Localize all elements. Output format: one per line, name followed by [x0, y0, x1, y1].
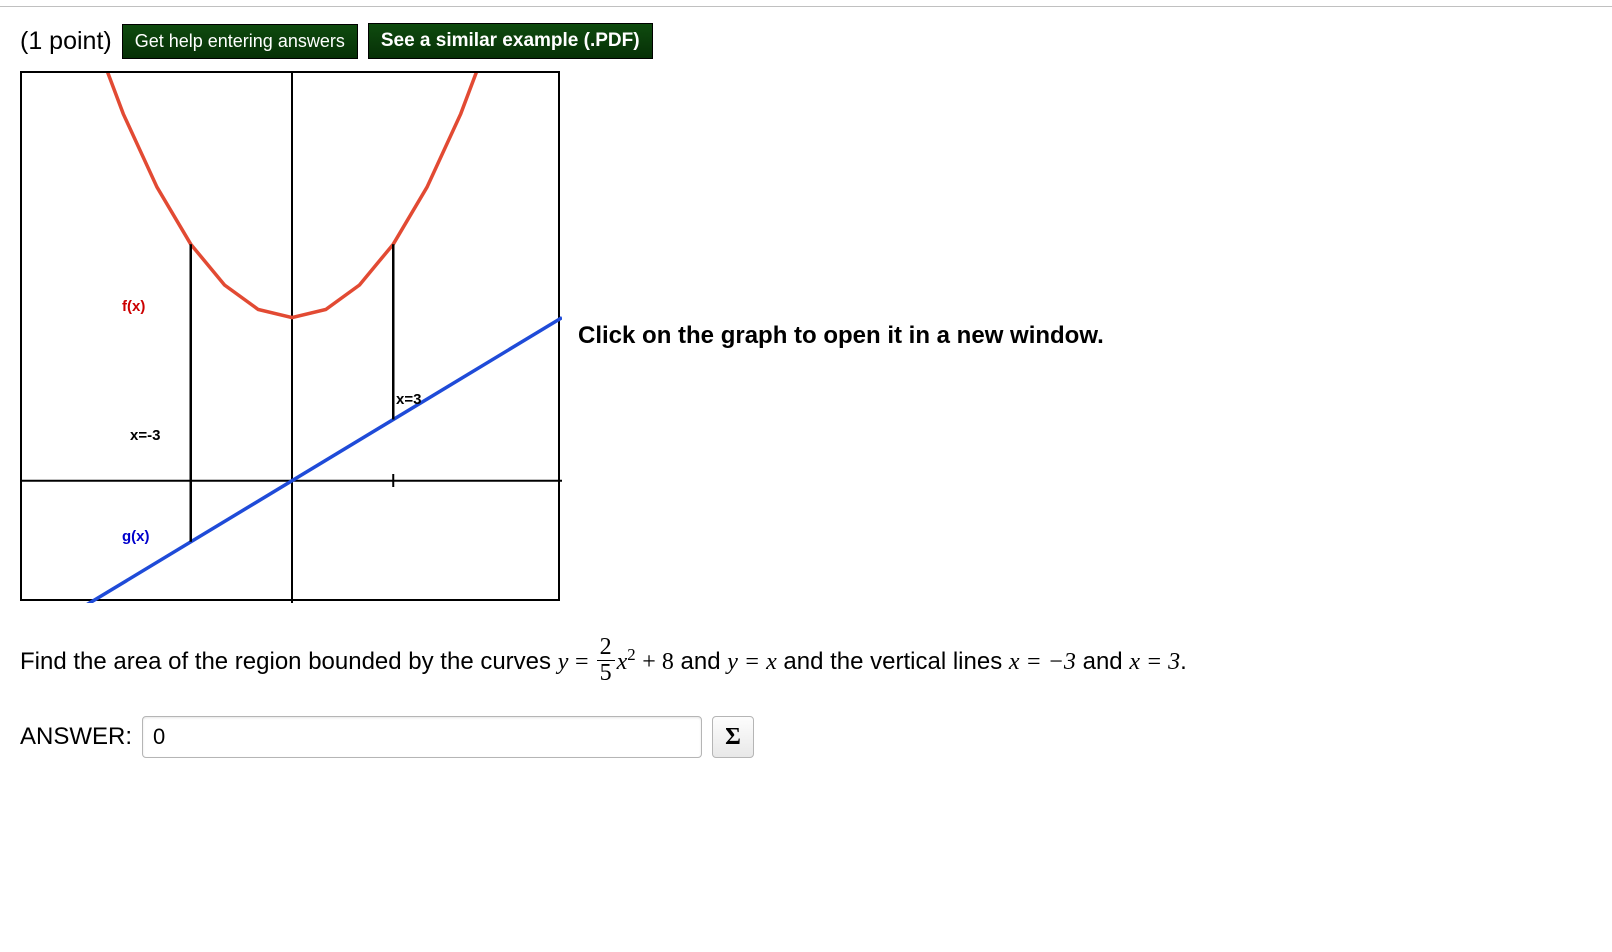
answer-row: ANSWER: Σ — [20, 716, 1592, 758]
sigma-button[interactable]: Σ — [712, 716, 754, 758]
eq2: y = x — [727, 649, 777, 675]
frac-den: 5 — [597, 661, 615, 686]
see-similar-example-button[interactable]: See a similar example (.PDF) — [368, 23, 653, 59]
graph-image[interactable]: f(x) g(x) x=-3 x=3 — [20, 71, 560, 601]
mid3: and — [1083, 648, 1130, 675]
help-entering-answers-button[interactable]: Get help entering answers — [122, 24, 358, 59]
graph-instruction: Click on the graph to open it in a new w… — [578, 322, 1104, 350]
label-fx: f(x) — [122, 298, 145, 315]
answer-label: ANSWER: — [20, 723, 132, 751]
answer-input[interactable] — [142, 716, 702, 758]
eq4: x = 3 — [1129, 649, 1180, 675]
label-gx: g(x) — [122, 528, 150, 545]
question-end: . — [1180, 648, 1187, 675]
mid2: and the vertical lines — [783, 648, 1008, 675]
label-x-neg3: x=-3 — [130, 427, 160, 444]
problem-container: (1 point) Get help entering answers See … — [0, 7, 1612, 798]
eq3: x = −3 — [1009, 649, 1076, 675]
question-prefix: Find the area of the region bounded by t… — [20, 648, 558, 675]
frac-num: 2 — [597, 635, 615, 661]
question-text: Find the area of the region bounded by t… — [20, 637, 1592, 688]
label-x-3: x=3 — [396, 391, 421, 408]
graph-row: f(x) g(x) x=-3 x=3 Click on the graph to… — [20, 71, 1592, 601]
graph-svg — [22, 73, 562, 603]
eq1-eq: = — [575, 649, 595, 675]
eq1-x: x — [617, 649, 628, 675]
header-row: (1 point) Get help entering answers See … — [20, 23, 1592, 59]
mid1: and — [681, 648, 728, 675]
points-label: (1 point) — [20, 27, 112, 56]
eq1-lhs: y — [558, 649, 569, 675]
fraction-2-5: 2 5 — [597, 635, 615, 686]
eq1-plus8: + 8 — [642, 649, 674, 675]
eq1-exp: 2 — [627, 645, 635, 664]
